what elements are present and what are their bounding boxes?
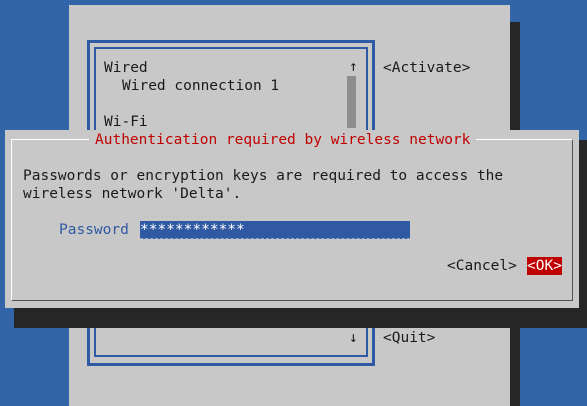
- list-item-wifi-header[interactable]: Wi-Fi: [104, 113, 148, 131]
- dialog-shadow-right: [579, 140, 587, 320]
- password-input[interactable]: ************: [140, 221, 410, 239]
- ok-button[interactable]: <OK>: [527, 257, 562, 275]
- password-input-value: ************: [140, 222, 245, 238]
- list-item-wired-header[interactable]: Wired: [104, 59, 148, 77]
- dialog-shadow: [14, 308, 587, 328]
- dialog-title: Authentication required by wireless netw…: [89, 131, 477, 149]
- cancel-button[interactable]: <Cancel>: [447, 257, 517, 275]
- quit-button[interactable]: <Quit>: [383, 329, 435, 347]
- scroll-up-arrow-icon[interactable]: ↑: [349, 58, 358, 76]
- dialog-message-line1: Passwords or encryption keys are require…: [23, 168, 504, 184]
- activate-button[interactable]: <Activate>: [383, 59, 470, 77]
- dialog-message-line2: wireless network 'Delta'.: [23, 186, 242, 202]
- password-label: Password: [59, 222, 129, 238]
- dialog-border: [11, 139, 573, 301]
- list-item-wired-connection-1[interactable]: Wired connection 1: [122, 77, 279, 95]
- scrollbar-thumb[interactable]: [347, 76, 356, 128]
- scroll-down-arrow-icon[interactable]: ↓: [349, 329, 358, 347]
